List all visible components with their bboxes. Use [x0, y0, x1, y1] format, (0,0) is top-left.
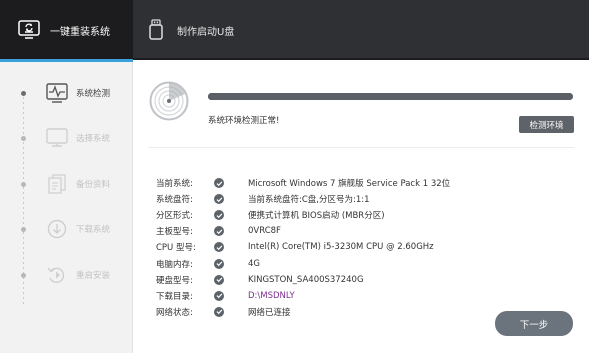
download-dir-link[interactable]: D:\MSDNLY	[248, 291, 295, 301]
monitor-icon	[46, 127, 68, 149]
info-row: 主板型号: 0VRC8F	[134, 223, 589, 239]
info-value: 便携式计算机 BIOS启动 (MBR分区)	[248, 211, 385, 222]
check-icon	[214, 258, 224, 269]
info-label: 系统盘符:	[156, 195, 193, 206]
detect-radar-icon	[149, 81, 189, 121]
info-row: 电脑内存: 4G	[134, 256, 589, 272]
tab-make-usb-boot[interactable]: 制作启动U盘	[145, 0, 234, 60]
check-icon	[214, 194, 224, 205]
download-icon	[46, 218, 68, 240]
usb-drive-icon	[145, 19, 167, 41]
info-row: 系统盘符: 当前系统盘符:C盘,分区号为:1:1	[134, 191, 589, 207]
check-icon	[214, 290, 224, 301]
detect-environment-button[interactable]: 检测环境	[519, 116, 574, 133]
step-label: 系统检测	[76, 89, 111, 99]
info-row: 分区形式: 便携式计算机 BIOS启动 (MBR分区)	[134, 207, 589, 223]
info-row: 当前系统: Microsoft Windows 7 旗舰版 Service Pac…	[134, 175, 589, 191]
check-icon	[214, 242, 224, 253]
tab-label: 一键重装系统	[50, 26, 110, 38]
info-value: KINGSTON_SA400S37240G	[248, 274, 364, 285]
info-label: 当前系统:	[156, 179, 193, 189]
detect-progress-bar	[208, 93, 573, 100]
step-label: 下载系统	[76, 225, 111, 235]
step-dot	[21, 135, 26, 141]
tab-one-click-reinstall[interactable]: 一键重装系统	[0, 0, 133, 62]
check-icon	[214, 274, 224, 285]
check-icon	[214, 210, 224, 221]
info-value: 当前系统盘符:C盘,分区号为:1:1	[248, 195, 370, 206]
step-dot	[21, 226, 26, 232]
check-icon	[214, 226, 224, 237]
step-dot	[21, 90, 26, 96]
info-value: Microsoft Windows 7 旗舰版 Service Pack 1 3…	[248, 179, 451, 189]
step-restart-install[interactable]: 重启安装	[0, 261, 133, 289]
documents-icon	[46, 173, 68, 195]
info-label: 下载目录:	[156, 291, 193, 302]
next-step-button[interactable]: 下一步	[495, 311, 573, 336]
info-row: CPU 型号: Intel(R) Core(TM) i5-3230M CPU @ …	[134, 239, 589, 255]
info-label: CPU 型号:	[156, 243, 196, 254]
detect-status-text: 系统环境检测正常!	[208, 116, 280, 126]
top-bar: 一键重装系统 制作启动U盘	[0, 0, 589, 62]
check-icon	[214, 306, 224, 317]
divider	[148, 147, 574, 148]
info-value: 4G	[248, 258, 260, 269]
info-label: 网络状态:	[156, 307, 193, 318]
monitor-refresh-icon	[18, 19, 40, 41]
info-row: 下载目录: D:\MSDNLY	[134, 288, 589, 304]
tab-label: 制作启动U盘	[177, 26, 235, 38]
step-dot	[21, 181, 26, 187]
info-value: 网络已连接	[248, 307, 291, 318]
steps-sidebar: 系统检测 选择系统 备份资料 下载系统 重启安装	[0, 62, 133, 353]
step-download-system[interactable]: 下载系统	[0, 215, 133, 243]
info-value: Intel(R) Core(TM) i5-3230M CPU @ 2.60GHz	[248, 242, 434, 253]
step-dot	[21, 272, 26, 278]
info-label: 分区形式:	[156, 211, 193, 222]
step-label: 备份资料	[76, 180, 111, 190]
info-value: 0VRC8F	[248, 226, 281, 237]
waveform-monitor-icon	[46, 82, 68, 104]
step-label: 选择系统	[76, 134, 111, 144]
check-icon	[214, 178, 224, 188]
info-label: 主板型号:	[156, 227, 193, 238]
step-label: 重启安装	[76, 271, 111, 281]
step-choose-system[interactable]: 选择系统	[0, 124, 133, 152]
step-backup-data[interactable]: 备份资料	[0, 170, 133, 198]
detect-progress-fill	[208, 93, 573, 100]
step-system-detect[interactable]: 系统检测	[0, 79, 133, 107]
restart-icon	[46, 264, 68, 286]
info-label: 电脑内存:	[156, 259, 193, 270]
main-panel: 系统环境检测正常! 检测环境 当前系统: Microsoft Windows 7 …	[134, 62, 589, 353]
info-label: 硬盘型号:	[156, 275, 193, 286]
info-row: 硬盘型号: KINGSTON_SA400S37240G	[134, 272, 589, 288]
